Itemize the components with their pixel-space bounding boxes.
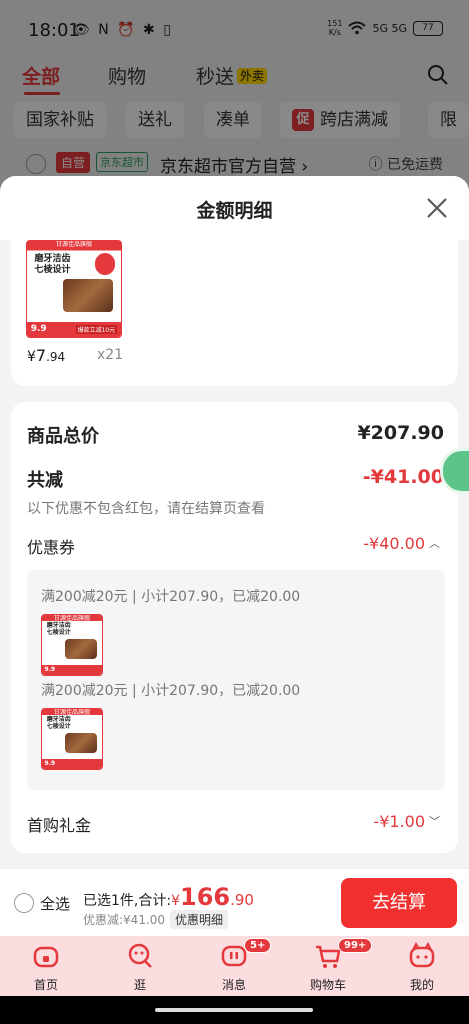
total-value: ¥207.90 [357,422,444,444]
product-card: 甘源佳品旗舰 磨牙洁齿 七棱设计 9.9 爆款立减10元 ¥7.94 x21 [11,240,458,386]
nav-messages[interactable]: 5+ 消息 [198,936,272,996]
first-purchase-toggle[interactable]: -¥1.00 ﹀ [373,812,440,831]
coupon-product-image[interactable]: 甘源佳品旗舰 磨牙洁齿 七棱设计 9.9 [41,708,103,770]
product-unit-price: ¥7.94 [27,346,66,365]
chevron-up-icon: ︿ [429,537,440,550]
selected-summary: 已选1件,合计:¥166.90 [83,883,254,911]
saved-amount: 优惠减:¥41.00 [83,913,166,927]
coupon-label: 优惠券 [27,538,76,557]
nav-explore[interactable]: 逛 [104,936,176,996]
select-all-label[interactable]: 全选 [40,893,70,914]
sheet-header: 金额明细 [0,176,469,240]
coupon-product-image[interactable]: 甘源佳品旗舰 磨牙洁齿 七棱设计 9.9 [41,614,103,676]
reduce-label: 共减 [27,470,63,491]
product-image[interactable]: 甘源佳品旗舰 磨牙洁齿 七棱设计 9.9 爆款立减10元 [26,240,122,338]
nav-mine[interactable]: 我的 [386,936,458,996]
coupon-line: 满200减20元 | 小计207.90，已减20.00 [41,683,301,699]
select-all-radio[interactable] [14,893,34,913]
amount-detail-sheet: 金额明细 甘源佳品旗舰 磨牙洁齿 七棱设计 9.9 爆款立减10元 ¥7.94 x… [0,176,469,936]
checkout-button[interactable]: 去结算 [341,878,457,928]
product-quantity: x21 [97,347,124,363]
coupon-toggle[interactable]: -¥40.00 ︿ [363,534,440,553]
home-icon [33,946,59,968]
sheet-title: 金额明细 [196,200,273,222]
bottom-nav: 首页 逛 5+ 消息 99+ 购物车 我的 [0,936,469,996]
profile-icon [409,942,435,968]
cart-badge: 99+ [338,938,373,953]
checkout-bar: 全选 已选1件,合计:¥166.90 优惠减:¥41.00 优惠明细 去结算 [0,868,469,936]
chevron-down-icon: ﹀ [429,815,440,828]
explore-icon [128,943,152,968]
reduce-value: -¥41.00 [362,466,444,488]
home-indicator[interactable] [155,1008,313,1012]
nav-home[interactable]: 首页 [10,936,82,996]
first-purchase-label: 首购礼金 [27,816,92,835]
close-icon[interactable] [425,196,449,220]
coupon-detail-box: 满200减20元 | 小计207.90，已减20.00 甘源佳品旗舰 磨牙洁齿七… [27,570,445,790]
total-label: 商品总价 [27,426,99,447]
message-badge: 5+ [244,938,272,953]
reduce-note: 以下优惠不包含红包，请在结算页查看 [27,501,265,517]
price-summary-card: 商品总价 ¥207.90 共减 -¥41.00 以下优惠不包含红包，请在结算页查… [11,402,458,853]
nav-cart[interactable]: 99+ 购物车 [292,936,373,996]
discount-detail-button[interactable]: 优惠明细 [170,910,229,929]
gesture-bar [0,996,469,1024]
coupon-line: 满200减20元 | 小计207.90，已减20.00 [41,589,301,605]
